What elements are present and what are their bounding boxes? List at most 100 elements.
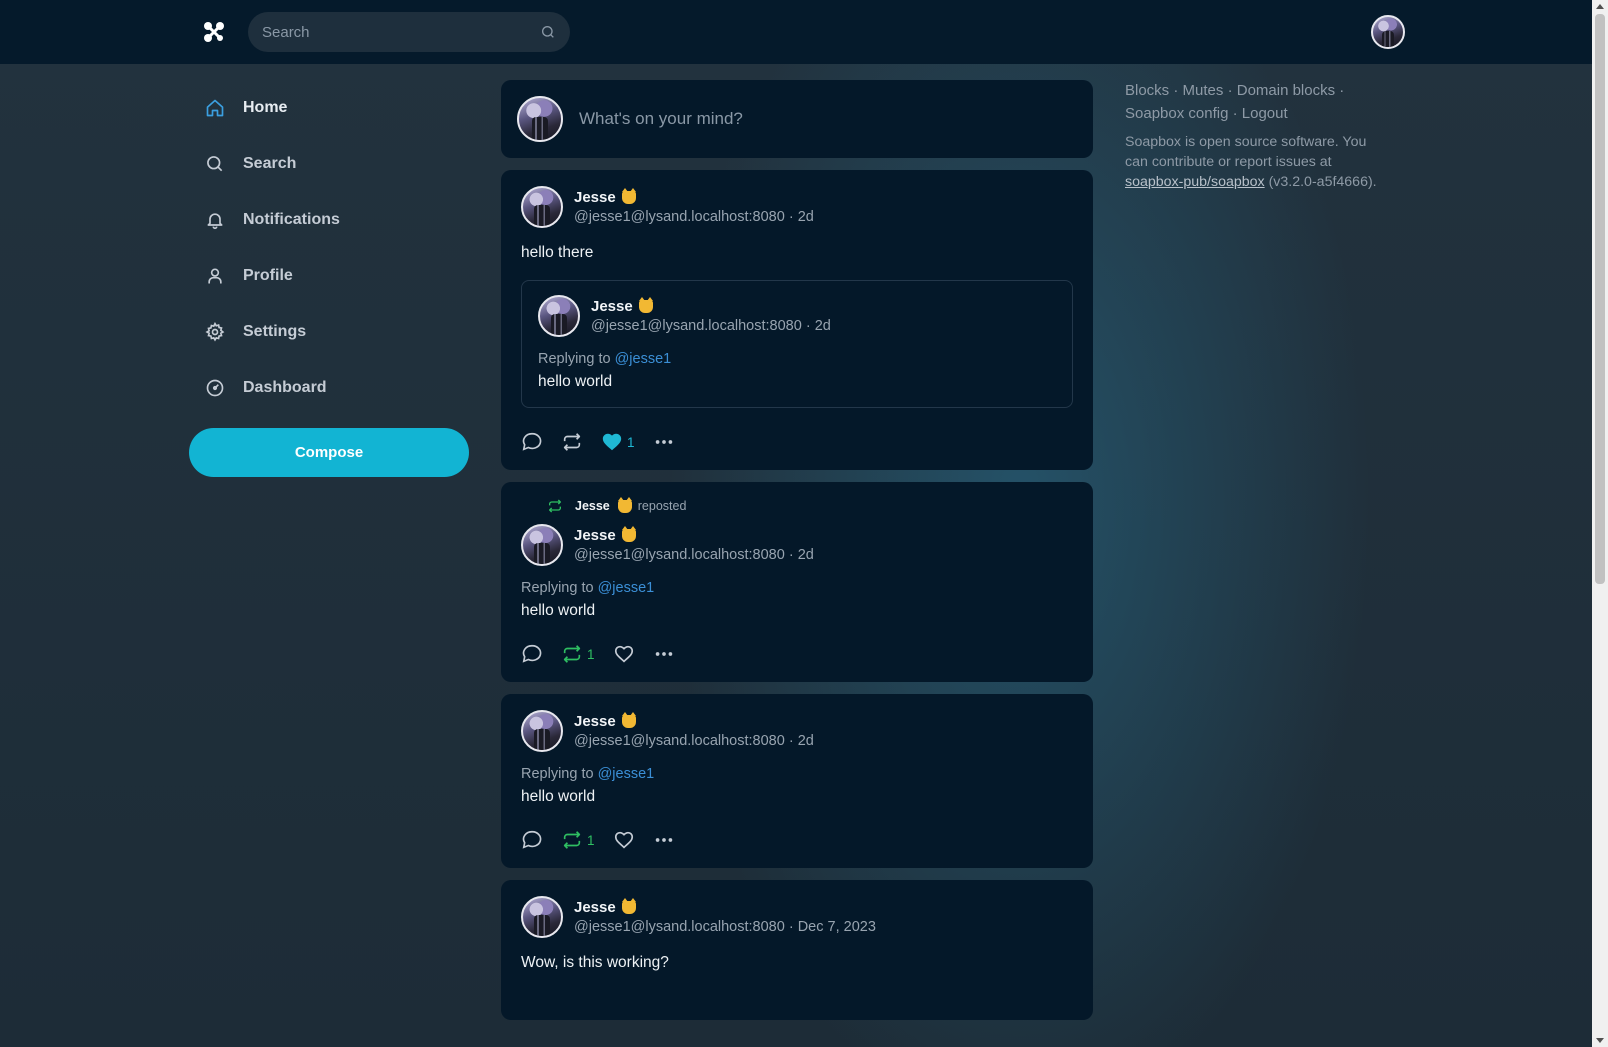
repost-button[interactable]: [561, 431, 583, 453]
reply-button[interactable]: [521, 829, 543, 851]
user-icon: [208, 268, 222, 284]
soapbox-config-link[interactable]: Soapbox config: [1125, 105, 1228, 122]
account-handle[interactable]: @jesse1@lysand.localhost:8080 · 2d: [574, 547, 814, 563]
cat-emoji-icon: [621, 712, 636, 728]
blocks-link[interactable]: Blocks: [1125, 82, 1169, 99]
sidebar-item-label: Search: [243, 155, 297, 172]
sidebar-item-home[interactable]: Home: [189, 80, 469, 136]
repost-icon: [563, 831, 581, 849]
sidebar-item-label: Home: [243, 99, 288, 116]
account-avatar[interactable]: [1371, 15, 1405, 49]
soapbox-logo-icon[interactable]: [202, 20, 226, 44]
cat-emoji-icon: [621, 526, 636, 542]
scrollbar[interactable]: [1592, 0, 1608, 1047]
search-icon[interactable]: [540, 24, 556, 40]
more-button[interactable]: [653, 643, 675, 665]
scroll-up-arrow-icon[interactable]: [1596, 4, 1604, 9]
home-icon: [206, 99, 224, 117]
repo-link[interactable]: soapbox-pub/soapbox: [1125, 174, 1265, 190]
dashboard-icon: [206, 379, 224, 397]
status-actions: 1: [521, 642, 1073, 666]
more-dots-icon: [655, 440, 672, 444]
status-card[interactable]: Jesse @jesse1@lysand.localhost:8080 · De…: [501, 880, 1093, 1020]
more-button[interactable]: [653, 431, 675, 453]
display-name[interactable]: Jesse: [574, 527, 616, 544]
quoted-status[interactable]: Jesse @jesse1@lysand.localhost:8080 · 2d…: [521, 280, 1073, 408]
repost-icon: [563, 645, 581, 663]
repost-button[interactable]: 1: [561, 829, 595, 851]
search-icon: [207, 156, 223, 172]
status-card[interactable]: Jesse @jesse1@lysand.localhost:8080 · 2d…: [501, 694, 1093, 868]
status-card[interactable]: Jesse reposted Jesse @jesse1@lysand.local…: [501, 482, 1093, 682]
reply-icon: [522, 644, 542, 663]
avatar[interactable]: [538, 295, 580, 337]
replying-to: Replying to @jesse1: [521, 580, 655, 596]
replying-to: Replying to @jesse1: [538, 351, 672, 367]
bell-icon: [207, 213, 223, 230]
favourite-button[interactable]: [613, 829, 635, 851]
display-name[interactable]: Jesse: [574, 713, 616, 730]
composer[interactable]: What's on your mind?: [501, 80, 1093, 158]
favourite-button[interactable]: 1: [601, 431, 635, 453]
scroll-down-arrow-icon[interactable]: [1596, 1038, 1604, 1043]
timeline: What's on your mind? Jesse @jesse1@lysan…: [501, 80, 1093, 1032]
status-actions: 1: [521, 430, 1073, 454]
avatar[interactable]: [521, 896, 563, 938]
reposted-label: reposted: [637, 499, 687, 513]
mention-link[interactable]: @jesse1: [615, 351, 672, 367]
reposter-name[interactable]: Jesse: [575, 499, 610, 513]
sidebar: Home Search Notifications Profile Settin…: [189, 80, 469, 477]
avatar[interactable]: [521, 524, 563, 566]
sidebar-item-notifications[interactable]: Notifications: [189, 192, 469, 248]
domain-blocks-link[interactable]: Domain blocks: [1237, 82, 1335, 99]
repost-button[interactable]: 1: [561, 643, 595, 665]
favourite-button[interactable]: [613, 643, 635, 665]
logout-link[interactable]: Logout: [1242, 105, 1288, 122]
cat-emoji-icon: [638, 297, 653, 313]
avatar[interactable]: [521, 186, 563, 228]
composer-placeholder[interactable]: What's on your mind?: [579, 109, 743, 129]
search-input[interactable]: Search: [248, 12, 570, 52]
scrollbar-thumb[interactable]: [1595, 14, 1605, 584]
reply-icon: [522, 432, 542, 451]
compose-button[interactable]: Compose: [189, 428, 469, 477]
cat-emoji-icon: [621, 188, 636, 204]
mention-link[interactable]: @jesse1: [598, 766, 655, 782]
more-dots-icon: [655, 838, 672, 842]
account-handle[interactable]: @jesse1@lysand.localhost:8080 · 2d: [574, 209, 814, 225]
sidebar-item-label: Settings: [243, 323, 307, 340]
sidebar-item-label: Dashboard: [243, 379, 327, 396]
sidebar-item-dashboard[interactable]: Dashboard: [189, 360, 469, 416]
account-handle[interactable]: @jesse1@lysand.localhost:8080 · 2d: [574, 733, 814, 749]
display-name[interactable]: Jesse: [574, 899, 616, 916]
repost-icon: [563, 433, 581, 451]
repost-count: 1: [587, 646, 595, 662]
mention-link[interactable]: @jesse1: [598, 580, 655, 596]
heart-icon: [614, 645, 633, 663]
account-handle[interactable]: @jesse1@lysand.localhost:8080 · 2d: [591, 318, 831, 334]
status-actions: 1: [521, 828, 1073, 852]
status-content: hello there: [521, 244, 594, 261]
more-button[interactable]: [653, 829, 675, 851]
sidebar-item-search[interactable]: Search: [189, 136, 469, 192]
footer-links: Blocks · Mutes · Domain blocks · Soapbox…: [1125, 82, 1345, 122]
status-content: Wow, is this working?: [521, 954, 669, 971]
sidebar-item-profile[interactable]: Profile: [189, 248, 469, 304]
about-text: Soapbox is open source software. You can…: [1125, 134, 1377, 190]
display-name[interactable]: Jesse: [574, 189, 616, 206]
search-placeholder: Search: [262, 23, 310, 41]
sidebar-item-settings[interactable]: Settings: [189, 304, 469, 360]
reply-button[interactable]: [521, 643, 543, 665]
status-card[interactable]: Jesse @jesse1@lysand.localhost:8080 · 2d…: [501, 170, 1093, 470]
account-handle[interactable]: @jesse1@lysand.localhost:8080 · Dec 7, 2…: [574, 919, 876, 935]
reply-button[interactable]: [521, 431, 543, 453]
avatar[interactable]: [517, 96, 563, 142]
display-name[interactable]: Jesse: [591, 298, 633, 315]
heart-icon: [614, 831, 633, 849]
status-content: hello world: [521, 788, 596, 805]
mutes-link[interactable]: Mutes: [1183, 82, 1224, 99]
avatar[interactable]: [521, 710, 563, 752]
cat-emoji-icon: [621, 898, 636, 914]
top-navbar: Search: [0, 0, 1592, 64]
sidebar-item-label: Notifications: [243, 211, 340, 228]
